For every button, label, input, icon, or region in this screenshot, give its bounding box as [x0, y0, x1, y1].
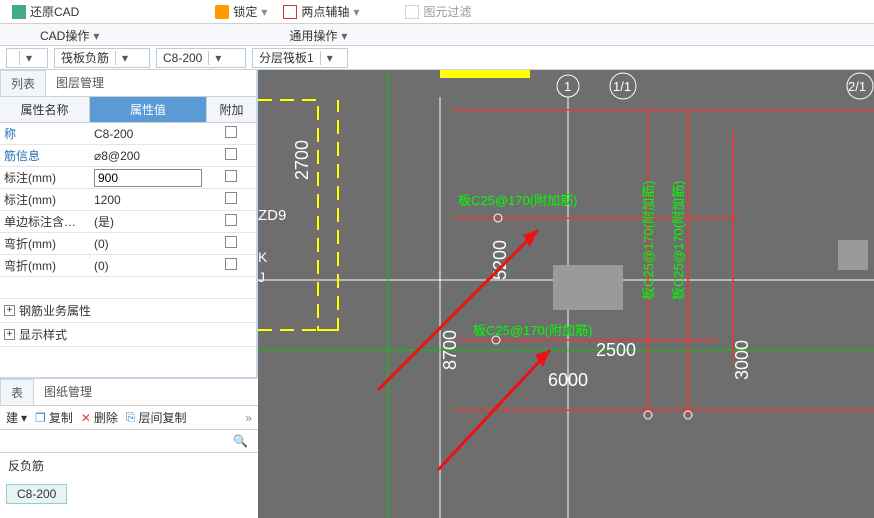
checkbox[interactable]: [225, 236, 237, 248]
svg-text:1/1: 1/1: [613, 79, 631, 94]
delete-button[interactable]: ✕删除: [81, 409, 118, 426]
header-prop-add: 附加: [206, 97, 256, 122]
tab-layer-manage[interactable]: 图层管理: [46, 70, 114, 96]
drawing-canvas[interactable]: 1 1/1 2/1 ZD9 K J 2700 板C25@170(附加筋) 板C2…: [258, 70, 874, 518]
prop-row[interactable]: 筋信息⌀8@200: [0, 145, 256, 167]
rebar-tag[interactable]: C8-200: [6, 484, 67, 504]
svg-text:2500: 2500: [596, 340, 636, 360]
tab-list-lower[interactable]: 表: [0, 379, 34, 405]
svg-text:板C25@170(附加筋): 板C25@170(附加筋): [458, 193, 577, 208]
checkbox[interactable]: [225, 214, 237, 226]
tab-drawing-manage[interactable]: 图纸管理: [34, 379, 102, 405]
checkbox[interactable]: [225, 170, 237, 182]
cad-ops-tab[interactable]: CAD操作▾: [0, 24, 139, 45]
selector-rebar-spec[interactable]: C8-200▾: [156, 48, 246, 68]
checkbox[interactable]: [225, 126, 237, 138]
header-prop-value[interactable]: 属性值: [90, 97, 206, 122]
svg-text:板C25@170(附加筋): 板C25@170(附加筋): [641, 181, 656, 300]
selector-element-type[interactable]: 筏板负筋▾: [54, 48, 150, 68]
svg-text:2/1: 2/1: [848, 79, 866, 94]
general-ops-tab[interactable]: 通用操作▾: [249, 24, 387, 45]
search-icon: 🔍: [233, 434, 254, 448]
prop-row[interactable]: 单边标注含…(是): [0, 211, 256, 233]
tab-property-list[interactable]: 列表: [0, 70, 46, 96]
two-point-axis-button[interactable]: 两点辅轴▾: [275, 1, 367, 23]
more-button[interactable]: »: [245, 411, 252, 425]
layer-copy-button[interactable]: ⎘层间复制: [126, 409, 187, 426]
copy-button[interactable]: ❐复制: [35, 409, 73, 426]
annotation-input[interactable]: [94, 169, 202, 187]
svg-text:板C25@170(附加筋): 板C25@170(附加筋): [671, 181, 686, 300]
svg-text:6000: 6000: [548, 370, 588, 390]
svg-text:板C25@170(附加筋): 板C25@170(附加筋): [473, 323, 592, 338]
new-button[interactable]: 建 ▾: [6, 409, 27, 426]
header-prop-name: 属性名称: [0, 97, 90, 122]
checkbox[interactable]: [225, 192, 237, 204]
section-display-style[interactable]: +显示样式: [0, 323, 256, 347]
selector-layer[interactable]: 分层筏板1▾: [252, 48, 348, 68]
search-box[interactable]: 🔍: [0, 430, 258, 453]
svg-text:1: 1: [564, 79, 571, 94]
svg-text:8700: 8700: [440, 330, 460, 370]
restore-cad-button[interactable]: 还原CAD: [4, 1, 87, 23]
svg-text:K: K: [258, 249, 268, 265]
checkbox[interactable]: [225, 148, 237, 160]
checkbox[interactable]: [225, 258, 237, 270]
svg-text:ZD9: ZD9: [258, 207, 286, 224]
prop-row[interactable]: 弯折(mm)(0): [0, 255, 256, 277]
selector-1[interactable]: ▾: [6, 48, 48, 68]
prop-row[interactable]: 称C8-200: [0, 123, 256, 145]
prop-row[interactable]: 弯折(mm)(0): [0, 233, 256, 255]
svg-text:J: J: [258, 269, 265, 285]
svg-text:2700: 2700: [292, 140, 312, 180]
section-rebar-business[interactable]: +钢筋业务属性: [0, 299, 256, 323]
svg-text:3000: 3000: [732, 340, 752, 380]
prop-row[interactable]: 标注(mm): [0, 167, 256, 189]
prop-row-empty: [0, 277, 256, 299]
prop-row[interactable]: 标注(mm)1200: [0, 189, 256, 211]
list-item[interactable]: 反负筋: [0, 453, 258, 478]
element-filter-button: 图元过滤: [397, 1, 479, 23]
lock-button[interactable]: 锁定▾: [207, 1, 275, 23]
